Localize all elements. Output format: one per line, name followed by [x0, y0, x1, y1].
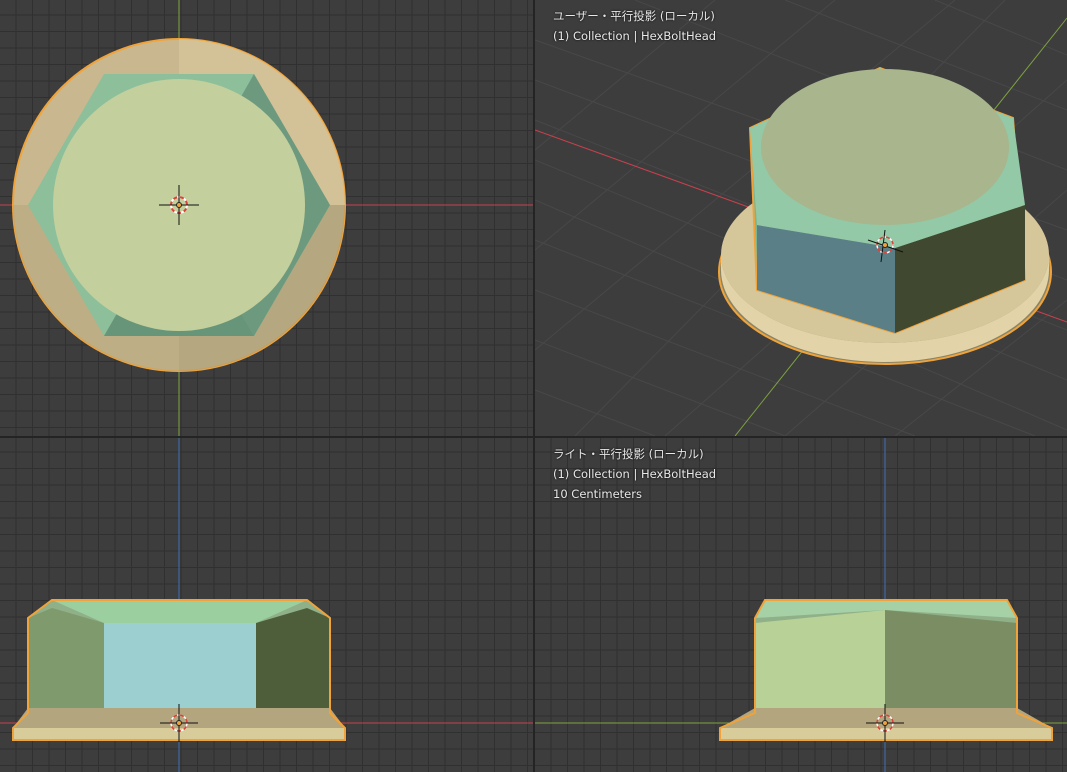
- view-label: ライト・平行投影 (ローカル): [553, 447, 704, 461]
- viewport-top[interactable]: [0, 0, 533, 436]
- bolt-head-3d[interactable]: [718, 66, 1052, 365]
- collection-label: (1) Collection | HexBoltHead: [553, 29, 717, 43]
- viewport-front[interactable]: [0, 438, 533, 772]
- top-view-canvas: [0, 0, 533, 436]
- collection-label: (1) Collection | HexBoltHead: [553, 467, 717, 481]
- viewport-divider-horizontal[interactable]: [0, 436, 1067, 438]
- view-label: ユーザー・平行投影 (ローカル): [553, 9, 715, 23]
- viewport-divider-vertical[interactable]: [533, 0, 535, 772]
- viewport-right[interactable]: ライト・平行投影 (ローカル) (1) Collection | HexBolt…: [535, 438, 1067, 772]
- viewport-info-overlay: ライト・平行投影 (ローカル) (1) Collection | HexBolt…: [553, 444, 716, 504]
- front-view-canvas: [0, 438, 533, 772]
- bolt-head-right[interactable]: [719, 599, 1053, 741]
- grid-scale-label: 10 Centimeters: [553, 487, 642, 501]
- viewport-user-perspective[interactable]: ユーザー・平行投影 (ローカル) (1) Collection | HexBol…: [535, 0, 1067, 436]
- user-view-canvas: [535, 0, 1067, 436]
- viewport-info-overlay: ユーザー・平行投影 (ローカル) (1) Collection | HexBol…: [553, 6, 716, 46]
